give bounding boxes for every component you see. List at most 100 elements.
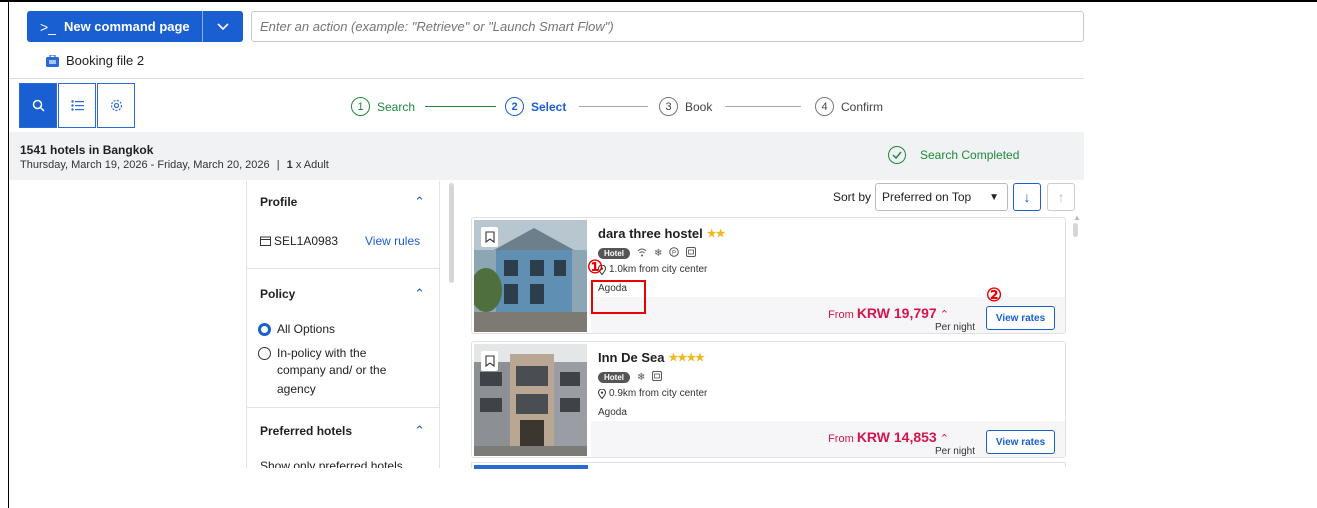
collapse-policy-icon[interactable]: ⌃ [414,286,425,302]
view-rates-button[interactable]: View rates [986,306,1055,330]
distance-row: 0.9km from city center [598,388,707,399]
view-rates-button[interactable]: View rates [986,430,1055,454]
step-label: Confirm [841,99,884,114]
svg-text:P: P [672,251,676,257]
chevron-up-icon[interactable]: ⌃ [940,433,949,445]
booking-file-tab[interactable]: Booking file 2 [46,53,144,68]
new-command-label: New command page [63,19,190,34]
step-label: Select [531,99,567,114]
preferred-hotels-title: Preferred hotels [260,424,353,438]
from-label: From [828,309,854,321]
list-tool-button[interactable] [58,83,96,128]
caret-down-icon: ▼ [989,191,999,203]
location-pin-icon [598,388,606,399]
distance-text: 0.9km from city center [609,388,708,399]
frame-top-border [0,0,1317,2]
snowflake-icon: ❄ [654,248,663,259]
hotel-name-row: dara three hostel ★★ [598,226,725,241]
price: From KRW 14,853 ⌃ [828,429,949,445]
gear-icon [110,99,122,112]
per-night-label: Per night [934,446,975,457]
sort-label: Sort by [833,190,872,204]
hotel-card[interactable]: Inn De Sea ★★★★ Hotel ❄ 0.9km from city … [471,341,1066,458]
annotation-marker-1: ① [587,257,604,277]
policy-option-label: company and/ or the [277,363,387,377]
hotel-name[interactable]: dara three hostel [598,226,703,241]
star-rating: ★★★★ [668,352,704,364]
amenities-row: Hotel ❄ [598,371,663,384]
filter-scrollbar[interactable] [449,183,454,283]
list-icon [70,100,84,111]
hotel-name[interactable]: Inn De Sea [598,350,664,365]
chevron-down-icon[interactable] [203,22,243,31]
wifi-icon [637,248,647,260]
policy-option-label: agency [277,382,316,396]
step-label: Book [685,99,713,114]
date-range: Thursday, March 19, 2026 - Friday, March… [20,159,270,171]
bookmark-icon[interactable] [481,351,498,371]
from-label: From [828,433,854,445]
preferred-hotels-text: Show only preferred hotels [260,459,403,468]
distance-row: 1.0km from city center [598,264,707,275]
parking-icon: P [669,247,680,260]
radio-in-policy[interactable] [258,347,271,360]
results-dates: Thursday, March 19, 2026 - Friday, March… [20,159,329,171]
sort-select[interactable]: Preferred on Top ▼ [875,183,1008,211]
bookmark-icon[interactable] [481,227,498,247]
divider [247,407,439,408]
suitcase-icon [46,54,59,67]
divider [247,268,439,269]
view-rules-link[interactable]: View rules [365,234,420,248]
sort-selected-value: Preferred on Top [882,190,972,204]
collapse-profile-icon[interactable]: ⌃ [414,194,425,210]
step-number: 1 [351,97,370,116]
profile-code-row: SEL1A0983 [260,234,338,248]
policy-option-label: In-policy with the [277,346,367,360]
hotel-card[interactable] [471,462,1066,469]
settings-tool-button[interactable] [97,83,135,128]
new-command-button[interactable]: >_ New command page [27,11,243,42]
step-connector [425,106,496,107]
rate-source: Agoda [598,407,627,418]
travelers-count: 1 [286,159,293,171]
price-amount: KRW 19,797 [856,305,937,321]
arrow-up-icon: ↑ [1057,189,1065,205]
calendar-icon [260,236,271,246]
collapse-preferred-icon[interactable]: ⌃ [414,423,425,439]
amenities-row: Hotel ❄ P [598,247,697,260]
results-scrollbar[interactable] [1073,223,1078,237]
price: From KRW 19,797 ⌃ [828,305,949,321]
command-input[interactable] [251,11,1084,42]
profile-code: SEL1A0983 [274,234,339,248]
travelers-label: x Adult [295,159,329,171]
search-status-label: Search Completed [920,148,1020,162]
star-rating: ★★ [706,228,726,240]
tv-icon [652,371,663,384]
step-select: 2 Select [505,97,566,116]
chevron-up-icon[interactable]: ⌃ [940,309,949,321]
radio-all-options[interactable] [258,323,271,336]
search-tool-button[interactable] [19,83,57,128]
profile-title: Profile [260,195,298,209]
step-number: 2 [505,97,524,116]
annotation-marker-2: ② [986,285,1003,305]
sort-descending-button[interactable]: ↓ [1013,183,1041,211]
step-number: 4 [815,97,834,116]
step-label: Search [377,99,416,114]
step-confirm: 4 Confirm [815,97,883,116]
search-status: Search Completed [888,146,1019,164]
divider [9,78,1084,79]
per-night-label: Per night [934,322,975,333]
step-connector [579,106,648,107]
booking-file-label: Booking file 2 [66,53,145,68]
scroll-up-caret[interactable]: ▲ [1073,213,1081,222]
hotel-card[interactable]: dara three hostel ★★ Hotel ❄ P 1.0km fro… [471,217,1066,334]
annotation-highlight-box [591,280,646,314]
frame-left-border [8,0,9,508]
snowflake-icon: ❄ [637,372,646,383]
results-count-title: 1541 hotels in Bangkok [20,143,154,157]
sort-ascending-button[interactable]: ↑ [1047,183,1075,211]
hotel-name-row: Inn De Sea ★★★★ [598,350,705,365]
step-number: 3 [659,97,678,116]
check-circle-icon [888,146,906,164]
